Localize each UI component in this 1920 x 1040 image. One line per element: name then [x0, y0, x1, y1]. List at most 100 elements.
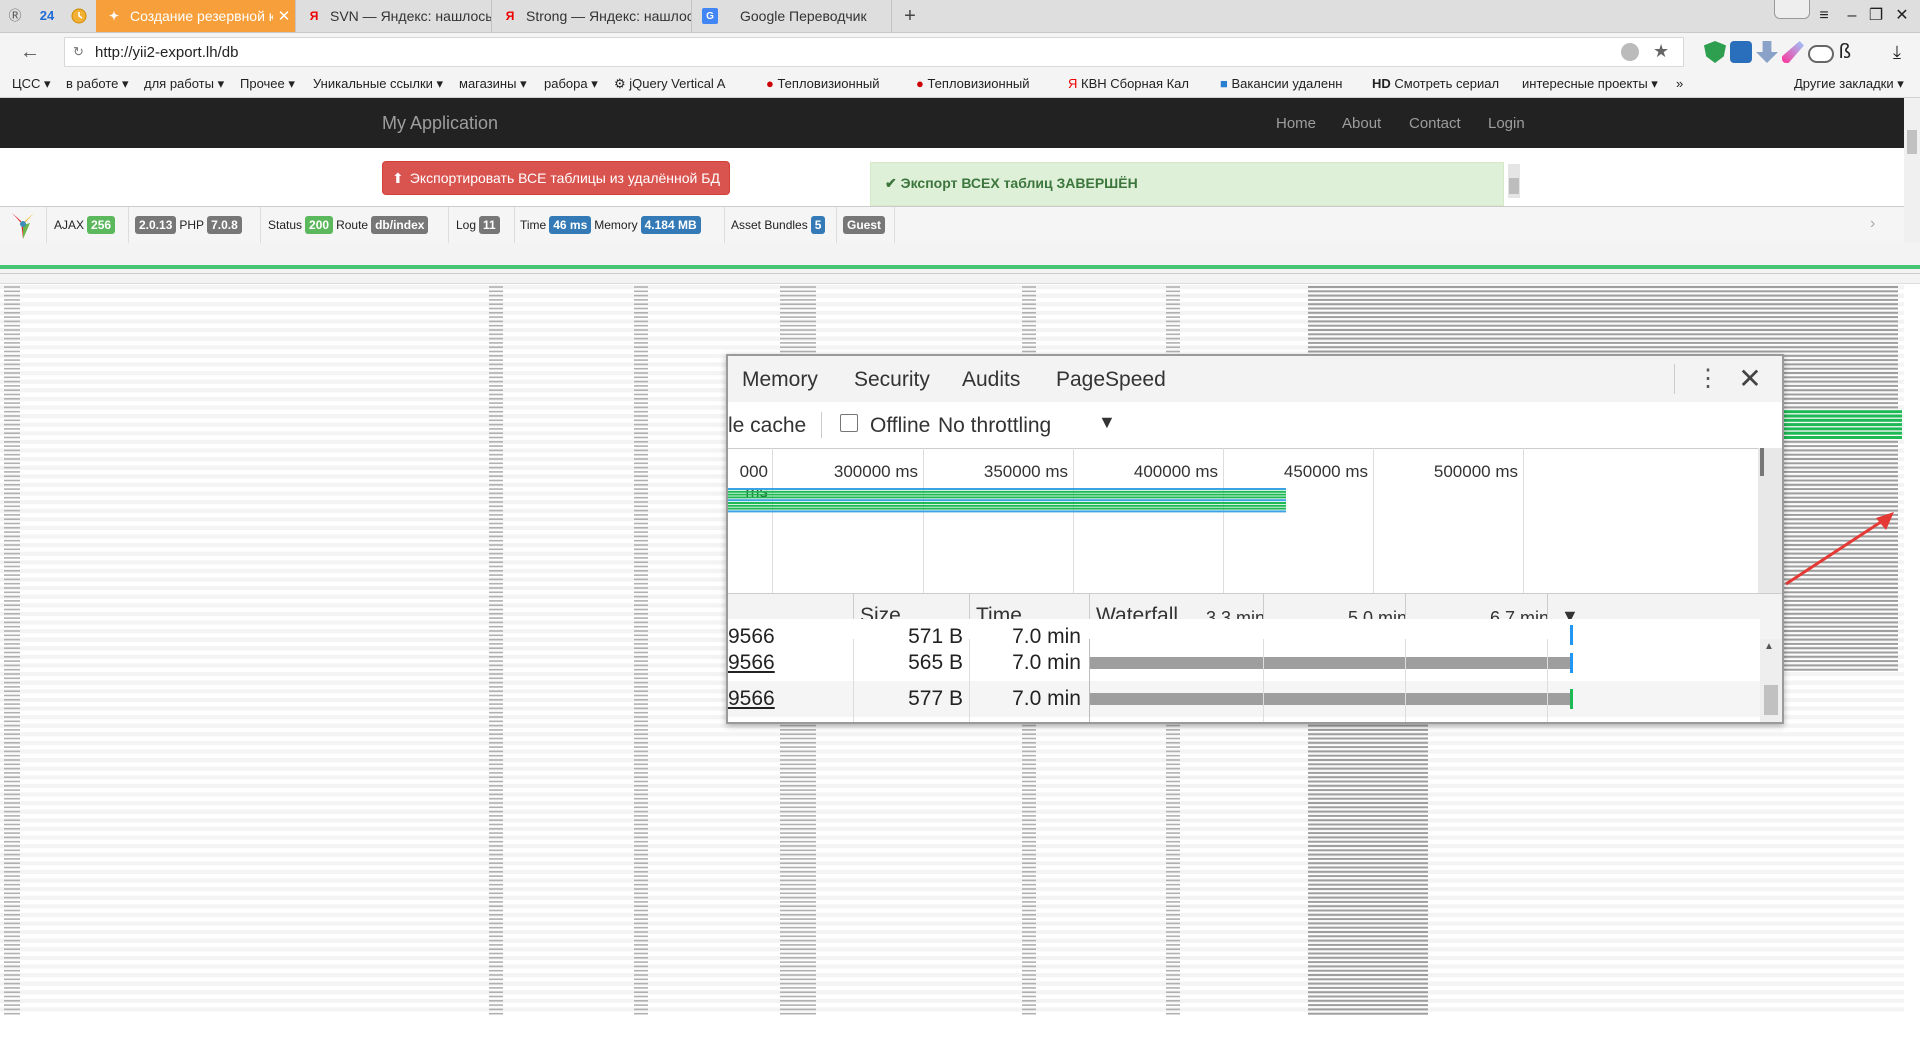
nav-contact[interactable]: Contact — [1409, 115, 1461, 132]
table-scrollbar-thumb[interactable] — [1764, 685, 1778, 715]
request-cell-text — [4, 686, 20, 688]
tab-pagespeed[interactable]: PageSpeed — [1056, 368, 1166, 392]
yii-version-badge: 2.0.13 — [135, 216, 177, 234]
more-options-icon[interactable]: ⋮ — [1696, 364, 1720, 394]
url-field[interactable]: ↻ http://yii2-export.lh/db ★ — [64, 37, 1684, 67]
offline-checkbox[interactable] — [840, 414, 858, 432]
request-row-stripe — [0, 844, 1904, 849]
toolbar-toggle-chevron-icon[interactable]: › — [1870, 215, 1875, 233]
nav-home[interactable]: Home — [1276, 115, 1316, 132]
waterfall-bar — [1308, 346, 1898, 349]
color-picker-extension-icon[interactable] — [1782, 41, 1804, 63]
debug-ajax[interactable]: AJAX 256 — [54, 216, 118, 234]
page-scrollbar-thumb[interactable] — [1907, 130, 1917, 154]
bookmark-folder[interactable]: интересные проекты ▾ — [1522, 76, 1658, 92]
request-cell-text — [634, 303, 648, 305]
tab-svn[interactable]: Я SVN — Яндекс: нашлось 20 — [296, 0, 492, 32]
bookmark-link[interactable]: HD Смотреть сериал — [1372, 76, 1522, 91]
disable-cache-label[interactable]: le cache — [728, 414, 806, 438]
bookmark-link[interactable]: ● Тепловизионный — [766, 76, 894, 91]
close-devtools-icon[interactable]: ✕ — [1736, 362, 1764, 395]
tab-security[interactable]: Security — [854, 368, 930, 392]
back-arrow-icon[interactable]: ← — [18, 40, 42, 64]
debug-asset-bundles[interactable]: Asset Bundles 5 — [731, 216, 828, 234]
close-tab-icon[interactable]: ✕ — [273, 7, 295, 25]
network-overview[interactable]: 000 ms 300000 ms 350000 ms 400000 ms 450… — [728, 448, 1782, 593]
bookmark-link[interactable]: ⚙ jQuery Vertical Acc — [614, 76, 726, 92]
bookmark-star-icon[interactable]: ★ — [1653, 41, 1669, 62]
export-all-tables-button[interactable]: ⬆ Экспортировать ВСЕ таблицы из удалённо… — [382, 161, 730, 195]
bookmark-link[interactable]: ■ Вакансии удаленн — [1220, 76, 1356, 91]
new-tab-button[interactable]: + — [898, 4, 922, 28]
menu-icon[interactable]: ≡ — [1812, 4, 1836, 28]
debug-config[interactable]: 2.0.13 PHP 7.0.8 — [132, 216, 245, 234]
pinned-tab-24[interactable]: 24 — [32, 0, 62, 32]
request-cell-text — [634, 355, 648, 357]
alert-scrollbar-thumb[interactable] — [1509, 178, 1519, 194]
request-cell-text — [4, 703, 20, 705]
request-cell-text — [780, 944, 816, 946]
request-name[interactable]: 9566 — [728, 687, 775, 711]
request-cell-text — [489, 320, 503, 323]
throttling-dropdown-icon[interactable]: ▼ — [1098, 412, 1116, 433]
throttling-select[interactable]: No throttling — [938, 414, 1051, 438]
debug-user[interactable]: Guest — [840, 216, 888, 234]
request-cell-text — [489, 324, 503, 327]
cloud-extension-icon[interactable] — [1808, 45, 1834, 63]
request-cell-text — [489, 828, 503, 830]
nav-login[interactable]: Login — [1488, 115, 1525, 132]
request-name[interactable]: 9566 — [728, 651, 775, 675]
url-text[interactable]: http://yii2-export.lh/db — [95, 44, 238, 61]
close-window-icon[interactable]: ✕ — [1890, 4, 1914, 28]
download-extension-icon[interactable] — [1756, 41, 1778, 63]
history-icon[interactable] — [64, 0, 94, 32]
bookmark-folder[interactable]: Уникальные ссылки ▾ — [313, 76, 443, 92]
bookmark-folder[interactable]: магазины ▾ — [459, 76, 527, 92]
table-row[interactable]: 9566 577 B 7.0 min — [728, 681, 1760, 717]
more-bookmarks-chevron[interactable]: » — [1676, 76, 1683, 91]
downloads-tray-icon[interactable] — [1774, 0, 1810, 19]
request-cell-text — [634, 320, 648, 323]
tab-google-translate[interactable]: G Google Переводчик — [692, 0, 892, 32]
bookmark-link[interactable]: ● Тепловизионный — [916, 76, 1052, 91]
request-cell-text — [4, 441, 20, 443]
bookmark-folder[interactable]: для работы ▾ — [144, 76, 224, 92]
request-cell-text — [4, 681, 20, 684]
request-cell-text — [489, 681, 503, 684]
request-cell-text — [489, 574, 503, 576]
downloads-icon[interactable]: ⤓ — [1886, 41, 1908, 63]
table-row[interactable]: 9566 565 B 7.0 min — [728, 645, 1760, 681]
beta-extension-icon[interactable]: ß — [1834, 41, 1856, 63]
request-cell-text — [489, 987, 503, 989]
page-info-icon[interactable]: ↻ — [73, 44, 84, 60]
bookmark-folder[interactable]: в работе ▾ — [66, 76, 129, 92]
nav-about[interactable]: About — [1342, 115, 1381, 132]
adguard-shield-icon[interactable] — [1704, 41, 1726, 63]
debug-request[interactable]: Status 200 Route db/index — [268, 216, 431, 234]
scroll-up-arrow-icon[interactable]: ▲ — [1764, 641, 1774, 652]
debug-profiling[interactable]: Time 46 ms Memory 4.184 MB — [520, 216, 704, 234]
overview-scrollbar-thumb[interactable] — [1760, 448, 1764, 476]
bookmark-folder[interactable]: Прочее ▾ — [240, 76, 295, 92]
request-cell-text — [1166, 871, 1180, 873]
brand-link[interactable]: My Application — [382, 113, 498, 134]
yii-logo-icon[interactable] — [8, 211, 38, 239]
tab-backup[interactable]: ✦ Создание резервной ко ✕ — [96, 0, 296, 32]
tab-memory[interactable]: Memory — [742, 368, 818, 392]
offline-label[interactable]: Offline — [870, 414, 930, 438]
tab-audits[interactable]: Audits — [962, 368, 1020, 392]
request-cell-text — [4, 359, 20, 361]
minimize-icon[interactable]: – — [1840, 4, 1864, 28]
bookmark-folder[interactable]: рабора ▾ — [544, 76, 598, 92]
request-cell-text — [1022, 350, 1036, 353]
tab-strong[interactable]: Я Strong — Яндекс: нашлось — [492, 0, 692, 32]
page-scrollbar[interactable] — [1904, 98, 1920, 243]
bookmark-folder[interactable]: ЦСС ▾ — [12, 76, 51, 92]
bookmark-link[interactable]: Я КВН Сборная Кал — [1068, 76, 1210, 91]
translate-page-icon[interactable] — [1621, 43, 1639, 61]
other-bookmarks[interactable]: Другие закладки ▾ — [1794, 76, 1904, 92]
restore-icon[interactable]: ❐ — [1864, 4, 1888, 28]
pinned-tab-icon[interactable]: Ⓡ — [0, 0, 30, 32]
debug-log[interactable]: Log 11 — [456, 216, 503, 234]
new-badge-extension-icon[interactable] — [1730, 41, 1752, 63]
